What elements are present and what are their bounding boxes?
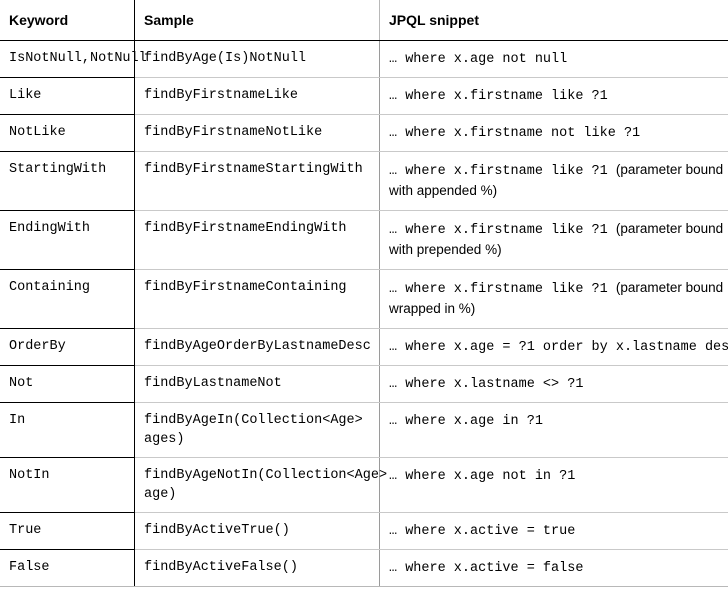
- keyword-text: IsNotNull,NotNull: [9, 49, 134, 68]
- keyword-text: In: [9, 411, 134, 430]
- jpql-text: … where x.firstname not like ?1: [389, 126, 640, 141]
- cell-keyword: Containing: [0, 270, 135, 329]
- cell-sample: findByLastnameNot: [135, 366, 380, 403]
- table-row: Not findByLastnameNot … where x.lastname…: [0, 366, 728, 403]
- table-body: IsNotNull,NotNull findByAge(Is)NotNull ……: [0, 41, 728, 587]
- cell-keyword: OrderBy: [0, 329, 135, 366]
- cell-keyword: StartingWith: [0, 152, 135, 211]
- cell-jpql: … where x.firstname like ?1 (parameter b…: [380, 211, 728, 270]
- cell-keyword: True: [0, 513, 135, 550]
- sample-text: findByAge(Is)NotNull: [144, 49, 379, 68]
- cell-jpql: … where x.age not null: [380, 41, 728, 78]
- sample-text: findByFirstnameLike: [144, 86, 379, 105]
- sample-text: findByLastnameNot: [144, 374, 379, 393]
- cell-sample: findByFirstnameNotLike: [135, 115, 380, 152]
- jpql-text: … where x.active = true: [389, 524, 575, 539]
- table-row: OrderBy findByAgeOrderByLastnameDesc … w…: [0, 329, 728, 366]
- query-keywords-table: Keyword Sample JPQL snippet IsNotNull,No…: [0, 0, 728, 587]
- cell-jpql: … where x.age not in ?1: [380, 458, 728, 513]
- sample-text: findByActiveFalse(): [144, 558, 379, 577]
- cell-jpql: … where x.age in ?1: [380, 403, 728, 458]
- table-header-row: Keyword Sample JPQL snippet: [0, 0, 728, 41]
- cell-sample: findByFirstnameContaining: [135, 270, 380, 329]
- table-row: StartingWith findByFirstnameStartingWith…: [0, 152, 728, 211]
- cell-jpql: … where x.age = ?1 order by x.lastname d…: [380, 329, 728, 366]
- column-header-keyword: Keyword: [0, 0, 135, 41]
- cell-keyword: NotIn: [0, 458, 135, 513]
- cell-jpql: … where x.lastname <> ?1: [380, 366, 728, 403]
- jpql-text: … where x.firstname like ?1: [389, 282, 616, 297]
- sample-text: findByFirstnameNotLike: [144, 123, 379, 142]
- jpql-text: … where x.firstname like ?1: [389, 89, 608, 104]
- sample-text: findByActiveTrue(): [144, 521, 379, 540]
- jpql-text: … where x.firstname like ?1: [389, 164, 616, 179]
- cell-sample: findByActiveFalse(): [135, 550, 380, 587]
- cell-keyword: Not: [0, 366, 135, 403]
- jpql-text: … where x.age in ?1: [389, 414, 543, 429]
- sample-text: findByAgeNotIn(Collection<Age> age): [144, 466, 379, 504]
- table-row: Containing findByFirstnameContaining … w…: [0, 270, 728, 329]
- sample-text: findByAgeIn(Collection<Age> ages): [144, 411, 379, 449]
- table-row: NotIn findByAgeNotIn(Collection<Age> age…: [0, 458, 728, 513]
- keyword-text: True: [9, 521, 134, 540]
- cell-sample: findByFirstnameLike: [135, 78, 380, 115]
- table-row: Like findByFirstnameLike … where x.first…: [0, 78, 728, 115]
- sample-text: findByFirstnameStartingWith: [144, 160, 379, 179]
- cell-jpql: … where x.firstname like ?1: [380, 78, 728, 115]
- table-row: False findByActiveFalse() … where x.acti…: [0, 550, 728, 587]
- cell-keyword: EndingWith: [0, 211, 135, 270]
- keyword-text: NotLike: [9, 123, 134, 142]
- cell-keyword: Like: [0, 78, 135, 115]
- keyword-text: OrderBy: [9, 337, 134, 356]
- jpql-text: … where x.age = ?1 order by x.lastname d…: [389, 340, 728, 355]
- sample-text: findByFirstnameContaining: [144, 278, 379, 297]
- cell-jpql: … where x.firstname not like ?1: [380, 115, 728, 152]
- jpql-text: … where x.firstname like ?1: [389, 223, 616, 238]
- jpql-text: … where x.age not in ?1: [389, 469, 575, 484]
- table-row: IsNotNull,NotNull findByAge(Is)NotNull ……: [0, 41, 728, 78]
- cell-keyword: False: [0, 550, 135, 587]
- jpql-text-group: … where x.firstname like ?1 (parameter b…: [389, 223, 723, 259]
- cell-keyword: In: [0, 403, 135, 458]
- keyword-text: Containing: [9, 278, 134, 297]
- sample-text: findByAgeOrderByLastnameDesc: [144, 337, 379, 356]
- keyword-text: Like: [9, 86, 134, 105]
- table-row: True findByActiveTrue() … where x.active…: [0, 513, 728, 550]
- cell-sample: findByFirstnameEndingWith: [135, 211, 380, 270]
- cell-keyword: NotLike: [0, 115, 135, 152]
- cell-sample: findByFirstnameStartingWith: [135, 152, 380, 211]
- jpql-text: … where x.age not null: [389, 52, 567, 67]
- cell-jpql: … where x.firstname like ?1 (parameter b…: [380, 152, 728, 211]
- jpql-text: … where x.lastname <> ?1: [389, 377, 583, 392]
- keyword-text: Not: [9, 374, 134, 393]
- cell-sample: findByAgeNotIn(Collection<Age> age): [135, 458, 380, 513]
- jpql-text-group: … where x.firstname like ?1 (parameter b…: [389, 164, 723, 200]
- table-row: In findByAgeIn(Collection<Age> ages) … w…: [0, 403, 728, 458]
- cell-sample: findByAgeIn(Collection<Age> ages): [135, 403, 380, 458]
- keyword-text: NotIn: [9, 466, 134, 485]
- table-row: NotLike findByFirstnameNotLike … where x…: [0, 115, 728, 152]
- cell-sample: findByAge(Is)NotNull: [135, 41, 380, 78]
- cell-sample: findByAgeOrderByLastnameDesc: [135, 329, 380, 366]
- cell-jpql: … where x.firstname like ?1 (parameter b…: [380, 270, 728, 329]
- keyword-text: False: [9, 558, 134, 577]
- jpql-text: … where x.active = false: [389, 561, 583, 576]
- column-header-sample: Sample: [135, 0, 380, 41]
- table-header: Keyword Sample JPQL snippet: [0, 0, 728, 41]
- jpql-text-group: … where x.firstname like ?1 (parameter b…: [389, 282, 723, 318]
- column-header-jpql-snippet: JPQL snippet: [380, 0, 728, 41]
- cell-keyword: IsNotNull,NotNull: [0, 41, 135, 78]
- cell-jpql: … where x.active = true: [380, 513, 728, 550]
- cell-sample: findByActiveTrue(): [135, 513, 380, 550]
- cell-jpql: … where x.active = false: [380, 550, 728, 587]
- keyword-text: EndingWith: [9, 219, 134, 238]
- sample-text: findByFirstnameEndingWith: [144, 219, 379, 238]
- table-row: EndingWith findByFirstnameEndingWith … w…: [0, 211, 728, 270]
- keyword-text: StartingWith: [9, 160, 134, 179]
